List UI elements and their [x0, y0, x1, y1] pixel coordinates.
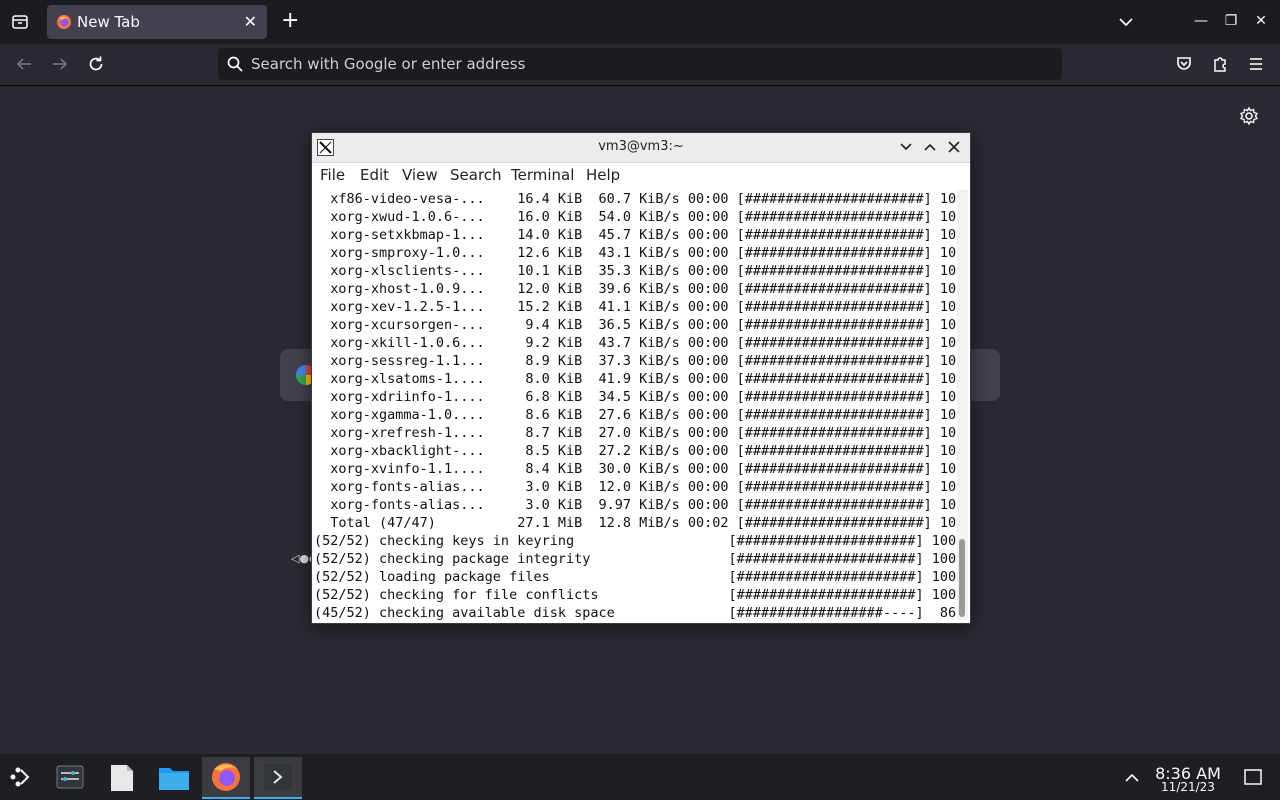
terminal-line: (52/52) checking for file conflicts [###…	[314, 587, 956, 603]
menu-help[interactable]: Help	[586, 166, 620, 184]
maximize-button[interactable]: ❐	[1221, 11, 1241, 31]
forward-arrow-icon[interactable]	[50, 54, 70, 74]
document-icon[interactable]	[98, 757, 146, 797]
menu-view[interactable]: View	[402, 166, 438, 184]
clock-date[interactable]: 11/21/23	[1150, 780, 1226, 794]
terminal-line: xorg-xvinfo-1.1.... 8.4 KiB 30.0 KiB/s 0…	[314, 461, 956, 477]
terminal-line: xorg-fonts-alias... 3.0 KiB 9.97 KiB/s 0…	[314, 497, 956, 513]
terminal-line: xorg-sessreg-1.1... 8.9 KiB 37.3 KiB/s 0…	[314, 353, 956, 369]
browser-tab-bar: New Tab ✕ + — ❐ ✕	[0, 0, 1280, 44]
address-bar-placeholder: Search with Google or enter address	[251, 55, 526, 73]
terminal-line: xorg-fonts-alias... 3.0 KiB 12.0 KiB/s 0…	[314, 479, 956, 495]
terminal-window[interactable]: vm3@vm3:~ File Edit View Search Terminal…	[311, 132, 971, 624]
minimize-button[interactable]: —	[1191, 11, 1211, 31]
menu-terminal[interactable]: Terminal	[511, 166, 574, 184]
terminal-line: xorg-xwud-1.0.6-... 16.0 KiB 54.0 KiB/s …	[314, 209, 956, 225]
terminal-output[interactable]: xf86-video-vesa-... 16.4 KiB 60.7 KiB/s …	[314, 190, 956, 622]
taskbar	[0, 754, 1280, 800]
new-tab-button[interactable]: +	[281, 9, 299, 33]
terminal-title-bar[interactable]: vm3@vm3:~	[312, 133, 970, 163]
chevron-up-icon[interactable]	[1124, 770, 1140, 786]
chevron-up-icon[interactable]	[922, 139, 938, 155]
terminal-line: xorg-xrefresh-1.... 8.7 KiB 27.0 KiB/s 0…	[314, 425, 956, 441]
list-all-tabs-icon[interactable]	[11, 13, 29, 31]
terminal-line: xorg-xev-1.2.5-1... 15.2 KiB 41.1 KiB/s …	[314, 299, 956, 315]
window-close-button[interactable]: ✕	[1251, 11, 1271, 31]
address-bar[interactable]: Search with Google or enter address	[218, 48, 1062, 80]
terminal-line: (52/52) checking keys in keyring [######…	[314, 533, 956, 549]
terminal-line: xorg-xlsclients-... 10.1 KiB 35.3 KiB/s …	[314, 263, 956, 279]
back-arrow-icon[interactable]	[14, 54, 34, 74]
terminal-line: xorg-xbacklight-... 8.5 KiB 27.2 KiB/s 0…	[314, 443, 956, 459]
chevron-down-icon[interactable]	[1117, 13, 1135, 31]
scrollbar-thumb[interactable]	[959, 539, 965, 617]
firefox-taskbar-icon[interactable]	[202, 757, 250, 799]
close-icon[interactable]	[946, 139, 962, 155]
terminal-line: xf86-video-vesa-... 16.4 KiB 60.7 KiB/s …	[314, 191, 956, 207]
reload-icon[interactable]	[86, 54, 106, 74]
terminal-line: xorg-xgamma-1.0.... 8.6 KiB 27.6 KiB/s 0…	[314, 407, 956, 423]
folder-icon[interactable]	[150, 757, 198, 797]
pocket-icon[interactable]	[1174, 54, 1194, 74]
terminal-scrollbar[interactable]	[957, 190, 968, 620]
terminal-taskbar-icon[interactable]	[254, 757, 302, 799]
show-desktop-icon[interactable]	[1244, 769, 1262, 785]
extensions-icon[interactable]	[1210, 54, 1230, 74]
terminal-line: xorg-xhost-1.0.9... 12.0 KiB 39.6 KiB/s …	[314, 281, 956, 297]
terminal-line: (45/52) checking available disk space [#…	[314, 605, 956, 621]
search-icon	[227, 56, 243, 72]
terminal-line: xorg-xlsatoms-1.... 8.0 KiB 41.9 KiB/s 0…	[314, 371, 956, 387]
browser-nav-bar: Search with Google or enter address	[0, 44, 1280, 86]
system-settings-icon[interactable]	[46, 757, 94, 797]
app-launcher-icon[interactable]	[0, 757, 48, 797]
firefox-icon	[57, 15, 71, 29]
tab-new-tab[interactable]: New Tab ✕	[47, 5, 267, 39]
terminal-line: xorg-xdriinfo-1.... 6.8 KiB 34.5 KiB/s 0…	[314, 389, 956, 405]
tab-close-button[interactable]: ✕	[244, 12, 257, 31]
terminal-line: (52/52) loading package files [#########…	[314, 569, 956, 585]
terminal-line: xorg-smproxy-1.0... 12.6 KiB 43.1 KiB/s …	[314, 245, 956, 261]
menu-file[interactable]: File	[320, 166, 345, 184]
gear-icon[interactable]	[1239, 106, 1259, 126]
terminal-line: xorg-setxkbmap-1... 14.0 KiB 45.7 KiB/s …	[314, 227, 956, 243]
terminal-menu-bar: File Edit View Search Terminal Help	[312, 163, 970, 188]
menu-search[interactable]: Search	[450, 166, 502, 184]
terminal-line: xorg-xcursorgen-... 9.4 KiB 36.5 KiB/s 0…	[314, 317, 956, 333]
terminal-line: (52/52) checking package integrity [####…	[314, 551, 956, 567]
terminal-line: Total (47/47) 27.1 MiB 12.8 MiB/s 00:02 …	[314, 515, 956, 531]
menu-edit[interactable]: Edit	[360, 166, 389, 184]
tab-title: New Tab	[77, 13, 140, 31]
terminal-title: vm3@vm3:~	[598, 139, 684, 154]
terminal-line: xorg-xkill-1.0.6... 9.2 KiB 43.7 KiB/s 0…	[314, 335, 956, 351]
hamburger-menu-icon[interactable]	[1246, 54, 1266, 74]
chevron-down-icon[interactable]	[898, 139, 914, 155]
